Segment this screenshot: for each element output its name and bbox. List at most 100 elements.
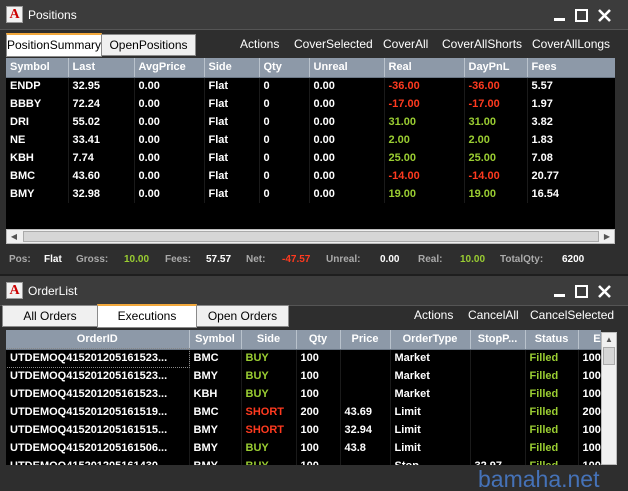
order-row[interactable]: UTDEMOQ415201205161506... BMY BUY 100 43.8 Li… [6,439,601,457]
positions-toolbar: PositionSummary OpenPositions Actions Co… [0,33,628,57]
cancel-selected-button[interactable]: CancelSelected [530,308,614,322]
column-header[interactable]: Exe [578,330,601,350]
position-row[interactable]: BBBY 72.24 0.00 Flat 0 0.00 -17.00 -17.00 1.97 [6,95,615,113]
order-row[interactable]: UTDEMOQ415201205161515... BMY SHORT 100 32.9… [6,421,601,439]
positions-header-row: Symbol Last AvgPrice Side Qty Unreal Real DayPn… [6,58,615,78]
tab-open-orders[interactable]: Open Orders [196,305,289,327]
minimize-icon[interactable] [551,283,568,300]
scroll-up-icon[interactable]: ▲ [602,333,616,346]
column-header[interactable]: Price [340,330,391,350]
cover-all-shorts-button[interactable]: CoverAllShorts [442,37,522,51]
table-cell: 100 [578,385,601,403]
order-row[interactable]: UTDEMOQ415201205161523... BMC BUY 100 Market… [6,348,601,368]
table-cell: Limit [390,421,471,439]
table-cell: Filled [525,457,579,465]
column-header[interactable]: Side [204,58,260,78]
position-row[interactable]: NE 33.41 0.00 Flat 0 0.00 2.00 2.00 1.83 [6,131,615,149]
table-cell: 43.69 [340,403,391,421]
position-row[interactable]: BMY 32.98 0.00 Flat 0 0.00 19.00 19.00 16.54 [6,185,615,203]
fees-value: 57.57 [206,254,232,265]
position-row[interactable]: ENDP 32.95 0.00 Flat 0 0.00 -36.00 -36.00 5.57 [6,77,615,95]
positions-horizontal-scrollbar[interactable]: ◀ ▶ [6,229,615,244]
table-cell: 25.00 [464,149,528,167]
column-header[interactable]: Side [241,330,297,350]
column-header[interactable]: StopP... [470,330,526,350]
positions-titlebar[interactable]: A Positions [0,0,628,30]
column-header[interactable]: AvgPrice [134,58,205,78]
table-cell: 0.00 [309,185,385,203]
cover-selected-button[interactable]: CoverSelected [294,37,373,51]
order-row[interactable]: UTDEMOQ415201205161430...BMYBUY100Stop32… [6,457,601,465]
pos-value: Flat [44,254,62,265]
column-header[interactable]: DayPnL [464,58,528,78]
orderlist-vertical-scrollbar[interactable]: ▲ [601,332,617,465]
table-cell: BMY [189,367,242,385]
table-cell: Limit [390,439,471,457]
table-cell: BMC [6,167,69,185]
table-cell: 7.74 [68,149,135,167]
column-header[interactable]: Fees [527,58,615,78]
column-header[interactable]: OrderType [390,330,471,350]
cancel-all-button[interactable]: CancelAll [468,308,519,322]
table-cell: 0.00 [309,113,385,131]
table-cell [470,367,526,385]
column-header[interactable]: Qty [296,330,341,350]
table-cell: 31.00 [384,113,465,131]
minimize-icon[interactable] [551,7,568,24]
table-cell: 100 [578,439,601,457]
orderlist-toolbar: All Orders Executions Open Orders Action… [0,304,628,328]
cover-all-button[interactable]: CoverAll [383,37,428,51]
close-icon[interactable] [596,7,613,24]
table-cell: Flat [204,95,260,113]
column-header[interactable]: Real [384,58,465,78]
column-header[interactable]: OrderID [6,330,190,350]
tab-position-summary[interactable]: PositionSummary [6,33,102,57]
table-cell: 19.00 [464,185,528,203]
scrollbar-thumb[interactable] [603,347,615,365]
positions-title: Positions [28,8,77,22]
net-label: Net: [246,254,266,265]
table-cell: UTDEMOQ415201205161523... [6,367,190,385]
order-row[interactable]: UTDEMOQ415201205161519... BMC SHORT 200 43.6… [6,403,601,421]
table-cell: 32.95 [68,77,135,95]
real-label: Real: [418,254,443,265]
table-cell: BMC [189,403,242,421]
table-cell: 16.54 [527,185,615,203]
position-row[interactable]: KBH 7.74 0.00 Flat 0 0.00 25.00 25.00 7.08 [6,149,615,167]
column-header[interactable]: Qty [259,58,310,78]
table-cell: 100 [296,349,341,367]
scroll-right-icon[interactable]: ▶ [600,230,614,243]
maximize-icon[interactable] [573,283,590,300]
column-header[interactable]: Symbol [189,330,242,350]
tab-executions[interactable]: Executions [97,304,197,328]
pos-label: Pos: [9,254,31,265]
order-row[interactable]: UTDEMOQ415201205161523... KBH BUY 100 Market… [6,385,601,403]
table-cell [470,439,526,457]
maximize-icon[interactable] [573,7,590,24]
table-cell: NE [6,131,69,149]
position-row[interactable]: BMC 43.60 0.00 Flat 0 0.00 -14.00 -14.00 20.77 [6,167,615,185]
cover-all-longs-button[interactable]: CoverAllLongs [532,37,610,51]
column-header[interactable]: Last [68,58,135,78]
column-header[interactable]: Unreal [309,58,385,78]
table-cell: Filled [525,421,579,439]
table-cell: Filled [525,367,579,385]
actions-button[interactable]: Actions [240,37,279,51]
table-cell: 0.00 [134,95,205,113]
tab-open-positions[interactable]: OpenPositions [101,34,196,56]
column-header[interactable]: Status [525,330,579,350]
table-cell: KBH [6,149,69,167]
close-icon[interactable] [596,283,613,300]
table-cell: Filled [525,349,579,367]
column-header[interactable]: Symbol [6,58,69,78]
table-cell: UTDEMOQ415201205161430... [6,457,190,465]
position-row[interactable]: DRI 55.02 0.00 Flat 0 0.00 31.00 31.00 3.82 [6,113,615,131]
table-cell: 25.00 [384,149,465,167]
tab-all-orders[interactable]: All Orders [2,305,98,327]
scroll-left-icon[interactable]: ◀ [7,230,21,243]
orderlist-table: OrderID Symbol Side Qty Price OrderType StopP.… [6,330,601,465]
orderlist-titlebar[interactable]: A OrderList [0,276,628,306]
order-row[interactable]: UTDEMOQ415201205161523... BMY BUY 100 Market… [6,367,601,385]
scrollbar-thumb[interactable] [23,231,599,242]
actions-button[interactable]: Actions [414,308,453,322]
